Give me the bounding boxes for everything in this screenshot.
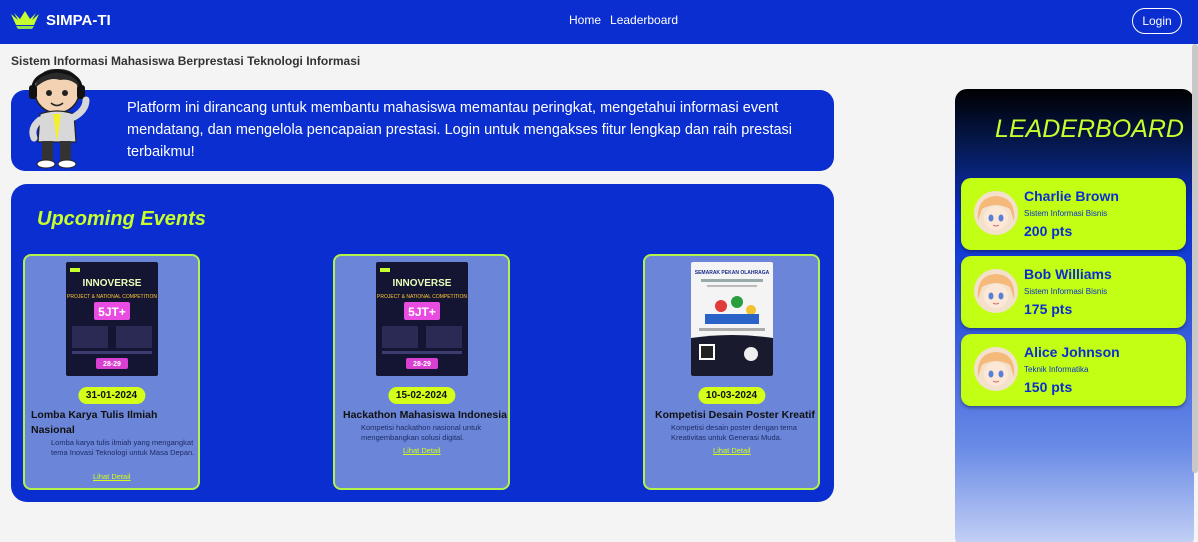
event-title: Lomba Karya Tulis Ilmiah Nasional: [31, 409, 158, 436]
leaderboard-points: 150 pts: [1024, 379, 1073, 395]
event-title: Hackathon Mahasiswa Indonesia: [343, 409, 507, 421]
leaderboard-name: Charlie Brown: [1024, 188, 1119, 204]
event-desc: Kompetisi desain poster dengan tema Krea…: [671, 423, 797, 442]
event-poster: SEMARAK PEKAN OLAHRAGA: [691, 262, 773, 376]
poster-sub: PROJECT & NATIONAL COMPETITION: [67, 294, 157, 300]
event-card[interactable]: INNOVERSE PROJECT & NATIONAL COMPETITION…: [23, 254, 200, 490]
poster-dates: 28-29: [103, 361, 121, 368]
intro-banner: Platform ini dirancang untuk membantu ma…: [11, 90, 834, 171]
event-poster: INNOVERSE PROJECT & NATIONAL COMPETITION…: [376, 262, 468, 376]
nav-links: Home Leaderboard: [569, 13, 678, 27]
intro-text: Platform ini dirancang untuk membantu ma…: [127, 100, 793, 160]
login-button[interactable]: Login: [1132, 8, 1182, 34]
event-date: 10-03-2024: [697, 387, 766, 404]
event-desc: Kompetisi hackathon nasional untuk menge…: [361, 423, 482, 442]
leaderboard-major: Sistem Informasi Bisnis: [1024, 209, 1108, 218]
avatar-icon: [974, 347, 1018, 391]
poster-heading: SEMARAK PEKAN OLAHRAGA: [695, 270, 770, 276]
poster-prize: 5JT+: [408, 305, 436, 319]
leaderboard-name: Alice Johnson: [1024, 344, 1120, 360]
event-card[interactable]: SEMARAK PEKAN OLAHRAGA 10-03-2024 Kompet…: [643, 254, 820, 490]
event-desc: Lomba karya tulis ilmiah yang mengangkat…: [51, 438, 195, 457]
page-scrollbar[interactable]: [1192, 44, 1198, 473]
events-title: Upcoming Events: [37, 208, 206, 230]
avatar-icon: [974, 191, 1018, 235]
event-title: Kompetisi Desain Poster Kreatif: [655, 409, 815, 421]
events-section: Upcoming Events INNOVERSE PROJECT & NATI…: [11, 184, 834, 502]
event-detail-link[interactable]: Lihat Detail: [403, 446, 441, 455]
event-detail-link[interactable]: Lihat Detail: [93, 472, 131, 481]
avatar-icon: [974, 269, 1018, 313]
event-card[interactable]: INNOVERSE PROJECT & NATIONAL COMPETITION…: [333, 254, 510, 490]
leaderboard-name: Bob Williams: [1024, 266, 1112, 282]
poster-sub: PROJECT & NATIONAL COMPETITION: [377, 294, 467, 300]
leaderboard-entry[interactable]: Bob Williams Sistem Informasi Bisnis 175…: [961, 256, 1186, 328]
event-date: 31-01-2024: [77, 387, 146, 404]
logo-icon: [11, 11, 39, 29]
event-detail-link[interactable]: Lihat Detail: [713, 446, 751, 455]
navbar: SIMPA-TI Home Leaderboard Login: [0, 0, 1198, 44]
mascot-icon: [29, 68, 90, 169]
brand-name: SIMPA-TI: [46, 11, 111, 29]
poster-prize: 5JT+: [98, 305, 126, 319]
leaderboard-entry[interactable]: Alice Johnson Teknik Informatika 150 pts: [961, 334, 1186, 406]
event-poster: INNOVERSE PROJECT & NATIONAL COMPETITION…: [66, 262, 158, 376]
leaderboard-major: Sistem Informasi Bisnis: [1024, 287, 1108, 296]
leaderboard-title: LEADERBOARD: [995, 115, 1184, 143]
poster-heading: INNOVERSE: [83, 278, 142, 289]
leaderboard-major: Teknik Informatika: [1024, 365, 1089, 374]
poster-dates: 28-29: [413, 361, 431, 368]
event-date: 15-02-2024: [387, 387, 456, 404]
leaderboard-points: 175 pts: [1024, 301, 1073, 317]
leaderboard-points: 200 pts: [1024, 223, 1073, 239]
leaderboard-entry[interactable]: Charlie Brown Sistem Informasi Bisnis 20…: [961, 178, 1186, 250]
nav-home[interactable]: Home: [569, 13, 601, 27]
nav-leaderboard[interactable]: Leaderboard: [610, 13, 678, 27]
brand[interactable]: SIMPA-TI: [10, 10, 111, 30]
leaderboard-panel: LEADERBOARD Charlie Brown Sistem Informa…: [955, 89, 1194, 542]
poster-heading: INNOVERSE: [393, 278, 452, 289]
